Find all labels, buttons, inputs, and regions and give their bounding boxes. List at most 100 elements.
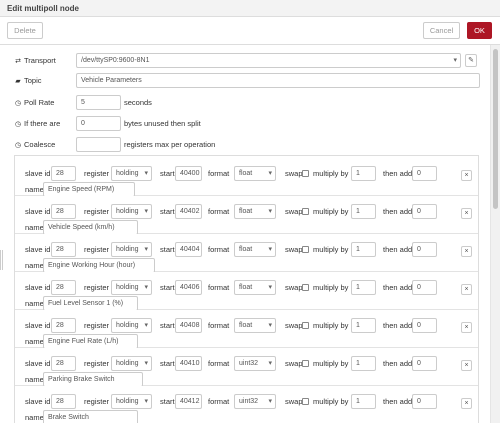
multiply-input[interactable]: 1: [351, 394, 376, 409]
slave-id-input[interactable]: 28: [51, 204, 76, 219]
start-input[interactable]: 40410: [175, 356, 202, 371]
scrollbar[interactable]: [490, 45, 500, 423]
transport-select[interactable]: /dev/ttySP0:9600-8N1: [76, 53, 461, 68]
format-label: format: [208, 397, 230, 406]
swap-checkbox[interactable]: [302, 170, 309, 177]
shuffle-icon: ⇄: [15, 58, 21, 65]
slave-id-input[interactable]: 28: [51, 394, 76, 409]
register-row: slave id28 registerholding start40410 forma…: [15, 348, 478, 387]
remove-row-button[interactable]: ×: [461, 170, 472, 181]
slave-id-label: slave id: [25, 321, 51, 330]
start-input[interactable]: 40402: [175, 204, 202, 219]
multiply-input[interactable]: 1: [351, 204, 376, 219]
format-label: format: [208, 169, 230, 178]
start-input[interactable]: 40404: [175, 242, 202, 257]
multiply-input[interactable]: 1: [351, 356, 376, 371]
swap-checkbox[interactable]: [302, 208, 309, 215]
format-label: format: [208, 359, 230, 368]
format-select[interactable]: float: [234, 318, 276, 333]
name-input[interactable]: Engine Fuel Rate (L/h): [43, 334, 138, 349]
slave-id-input[interactable]: 28: [51, 166, 76, 181]
multiply-input[interactable]: 1: [351, 280, 376, 295]
register-select[interactable]: holding: [111, 394, 152, 409]
register-select[interactable]: holding: [111, 356, 152, 371]
format-select[interactable]: float: [234, 166, 276, 181]
poll-rate-input[interactable]: 5: [76, 95, 121, 110]
name-input[interactable]: Vehicle Speed (km/h): [43, 220, 138, 235]
swap-label: swap: [285, 245, 303, 254]
slave-id-input[interactable]: 28: [51, 280, 76, 295]
swap-checkbox[interactable]: [302, 284, 309, 291]
format-select[interactable]: uint32: [234, 356, 276, 371]
then-add-input[interactable]: 0: [412, 242, 437, 257]
delete-button[interactable]: Delete: [7, 22, 43, 39]
start-input[interactable]: 40412: [175, 394, 202, 409]
format-select[interactable]: float: [234, 280, 276, 295]
remove-row-button[interactable]: ×: [461, 284, 472, 295]
register-select[interactable]: holding: [111, 242, 152, 257]
format-label: format: [208, 245, 230, 254]
register-select[interactable]: holding: [111, 280, 152, 295]
multiply-label: multiply by: [313, 359, 349, 368]
then-add-input[interactable]: 0: [412, 318, 437, 333]
then-add-input[interactable]: 0: [412, 394, 437, 409]
pencil-icon[interactable]: ✎: [465, 54, 477, 67]
name-label: name: [25, 223, 44, 232]
clock-icon: ◷: [14, 142, 22, 149]
then-add-label: then add: [383, 207, 413, 216]
register-label: register: [84, 207, 110, 216]
start-input[interactable]: 40400: [175, 166, 202, 181]
slave-id-label: slave id: [25, 169, 51, 178]
remove-row-button[interactable]: ×: [461, 208, 472, 219]
then-add-input[interactable]: 0: [412, 280, 437, 295]
cancel-button[interactable]: Cancel: [423, 22, 460, 39]
register-select[interactable]: holding: [111, 204, 152, 219]
swap-label: swap: [285, 321, 303, 330]
register-select[interactable]: holding: [111, 318, 152, 333]
name-input[interactable]: Brake Switch: [43, 410, 138, 423]
swap-checkbox[interactable]: [302, 360, 309, 367]
name-input[interactable]: Parking Brake Switch: [43, 372, 143, 387]
ok-button[interactable]: OK: [467, 22, 492, 39]
name-input[interactable]: Fuel Level Sensor 1 (%): [43, 296, 138, 311]
multiply-input[interactable]: 1: [351, 318, 376, 333]
multiply-input[interactable]: 1: [351, 166, 376, 181]
then-add-input[interactable]: 0: [412, 204, 437, 219]
start-label: start: [160, 321, 175, 330]
name-input[interactable]: Engine Working Hour (hour): [43, 258, 155, 273]
register-row: slave id28 registerholding start40400 forma…: [15, 158, 478, 197]
topic-input[interactable]: Vehicle Parameters: [76, 73, 480, 88]
coalesce-suffix: registers max per operation: [124, 140, 216, 149]
resize-grip[interactable]: [0, 250, 3, 270]
remove-row-button[interactable]: ×: [461, 398, 472, 409]
format-select[interactable]: float: [234, 204, 276, 219]
swap-checkbox[interactable]: [302, 398, 309, 405]
poll-rate-label: ◷ Poll Rate: [14, 98, 55, 107]
register-list: slave id28registerholdingstart40400forma…: [14, 155, 479, 423]
name-input[interactable]: Engine Speed (RPM): [43, 182, 135, 197]
topic-label: ▰ Topic: [15, 76, 42, 85]
swap-checkbox[interactable]: [302, 246, 309, 253]
swap-checkbox[interactable]: [302, 322, 309, 329]
split-bytes-input[interactable]: 0: [76, 116, 121, 131]
start-input[interactable]: 40408: [175, 318, 202, 333]
register-select[interactable]: holding: [111, 166, 152, 181]
poll-rate-unit: seconds: [124, 98, 152, 107]
start-input[interactable]: 40406: [175, 280, 202, 295]
then-add-input[interactable]: 0: [412, 356, 437, 371]
remove-row-button[interactable]: ×: [461, 360, 472, 371]
then-add-input[interactable]: 0: [412, 166, 437, 181]
coalesce-input[interactable]: [76, 137, 121, 152]
scrollbar-thumb[interactable]: [493, 49, 498, 209]
remove-row-button[interactable]: ×: [461, 322, 472, 333]
format-select[interactable]: float: [234, 242, 276, 257]
format-select[interactable]: uint32: [234, 394, 276, 409]
clock-icon: ◷: [14, 121, 22, 128]
multiply-input[interactable]: 1: [351, 242, 376, 257]
slave-id-input[interactable]: 28: [51, 318, 76, 333]
slave-id-input[interactable]: 28: [51, 356, 76, 371]
name-label: name: [25, 299, 44, 308]
slave-id-input[interactable]: 28: [51, 242, 76, 257]
remove-row-button[interactable]: ×: [461, 246, 472, 257]
register-label: register: [84, 397, 110, 406]
